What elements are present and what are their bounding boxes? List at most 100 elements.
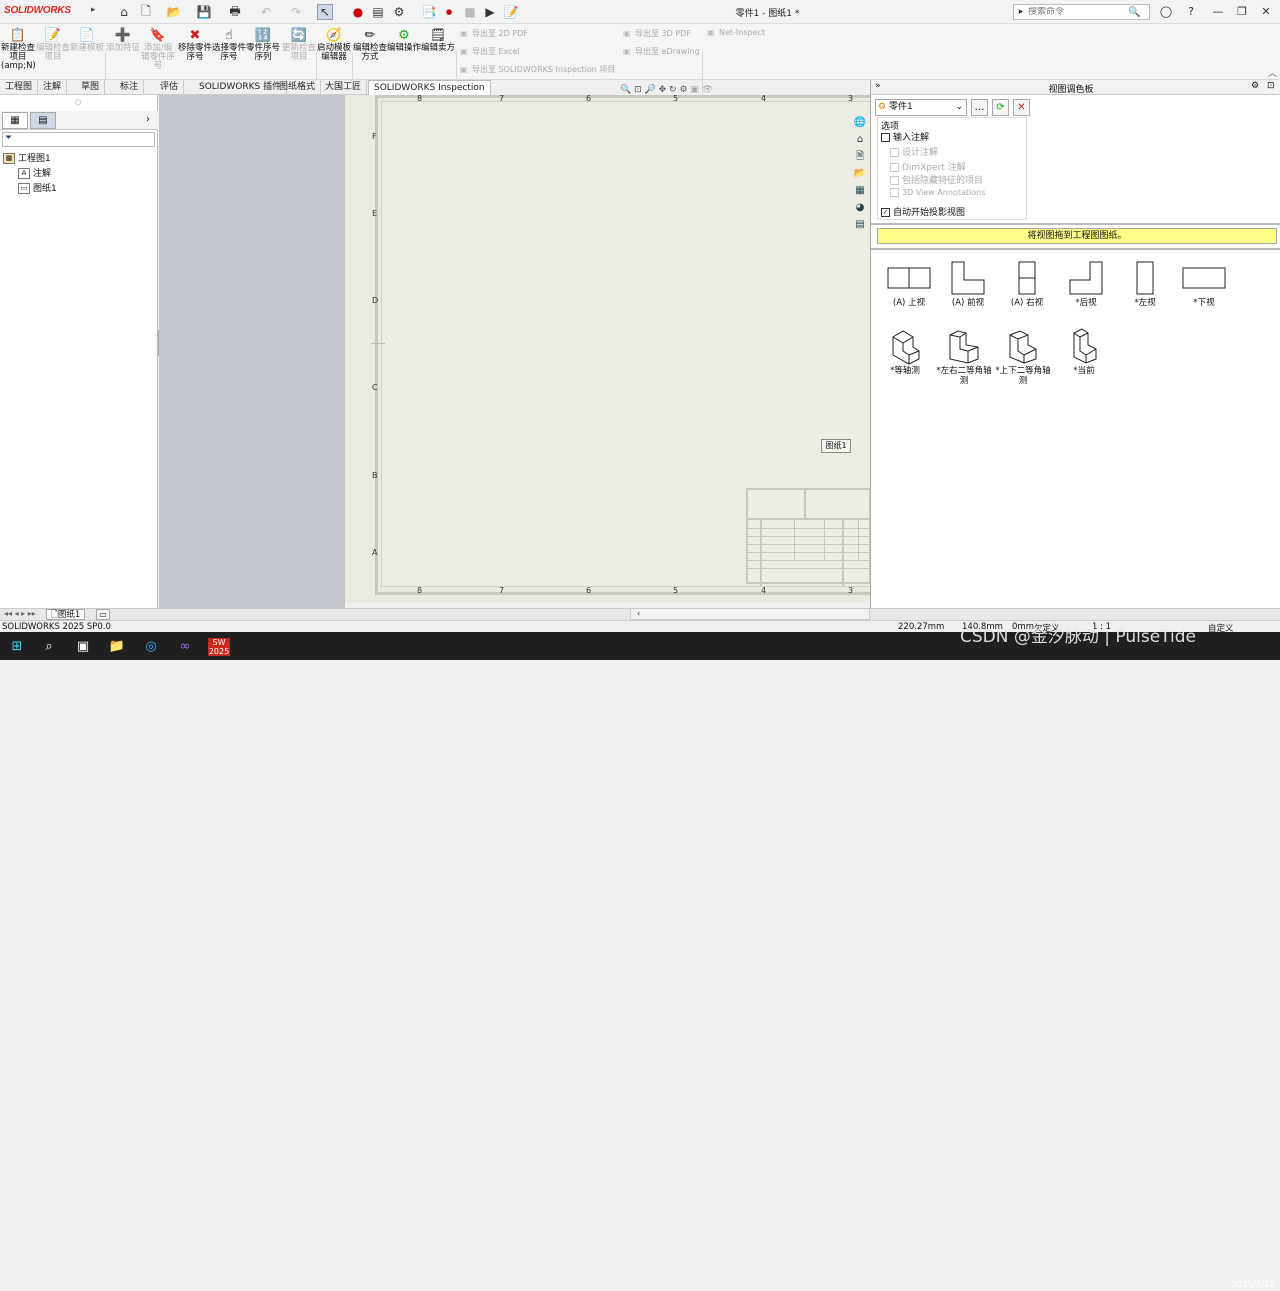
- export-3d-pdf-button[interactable]: ▣ 导出至 3D PDF: [623, 28, 691, 42]
- title-block[interactable]: [746, 488, 870, 586]
- help-icon[interactable]: ?: [1183, 4, 1199, 20]
- add-feature-button[interactable]: ➕ 添加特征: [106, 28, 140, 78]
- traffic-light-icon[interactable]: ●: [350, 4, 366, 20]
- undo-icon[interactable]: ↶: [258, 4, 274, 20]
- double-chevron-icon[interactable]: »: [875, 81, 881, 91]
- export-inspection-project-button[interactable]: ▣ 导出至 SOLIDWORKS Inspection 项目: [460, 64, 615, 78]
- feature-tree-tab-icon[interactable]: ▦: [2, 112, 28, 129]
- auto-start-projected-view-checkbox[interactable]: ✓ 自动开始投影视图: [881, 205, 965, 218]
- property-manager-tab-icon[interactable]: ▤: [30, 112, 56, 129]
- sheet-nav-arrows[interactable]: ◂◂ ◂ ▸ ▸▸: [4, 609, 36, 618]
- record-macro-icon[interactable]: ⏺: [441, 4, 457, 20]
- restore-icon[interactable]: ❐: [1234, 4, 1250, 20]
- pan-icon[interactable]: ✥: [659, 85, 667, 95]
- panel-grip[interactable]: ○: [75, 98, 81, 106]
- redo-icon[interactable]: ↷: [288, 4, 304, 20]
- add-sheet-icon[interactable]: ▭: [96, 609, 110, 620]
- palette-view-top[interactable]: (A) 上视: [881, 258, 937, 308]
- previous-view-icon[interactable]: 🔎: [645, 85, 656, 95]
- save-icon[interactable]: 💾: [196, 4, 212, 20]
- refresh-icon[interactable]: ⟳: [992, 99, 1009, 116]
- new-file-icon[interactable]: 🗋: [138, 4, 154, 20]
- tab-craftsman[interactable]: 大国工匠: [320, 80, 368, 95]
- palette-view-dimetric-lr[interactable]: *左右二等角轴测: [936, 326, 992, 386]
- edit-inspection-project-button[interactable]: 📝 编辑检查项目: [36, 28, 70, 78]
- include-hidden-features-checkbox[interactable]: 包括隐藏特征的项目: [890, 173, 983, 186]
- new-inspection-project-button[interactable]: 📋 新建检查项目 (amp;N): [1, 28, 36, 78]
- palette-view-back[interactable]: *后视: [1058, 258, 1114, 308]
- tab-drawing[interactable]: 工程图: [0, 80, 39, 95]
- edit-inspection-method-button[interactable]: ✏ 编辑检查方式: [353, 28, 387, 78]
- palette-view-right[interactable]: (A) 右视: [999, 258, 1055, 308]
- search-icon[interactable]: ⌕: [40, 638, 58, 656]
- gear-icon[interactable]: ⚙: [1251, 81, 1259, 91]
- tab-sketch[interactable]: 草图: [76, 80, 106, 95]
- open-file-icon[interactable]: 📂: [166, 4, 182, 20]
- palette-view-current[interactable]: *当前: [1056, 326, 1112, 376]
- tab-evaluate[interactable]: 评估: [155, 80, 185, 95]
- search-input[interactable]: [1028, 7, 1128, 17]
- new-template-button[interactable]: 📄 新建模板: [70, 28, 104, 78]
- rotate-icon[interactable]: ↻: [669, 85, 677, 95]
- tab-inspection[interactable]: SOLIDWORKS Inspection: [368, 80, 491, 95]
- edge-browser-icon[interactable]: ◎: [142, 638, 160, 656]
- display-style-icon[interactable]: ▣: [690, 85, 699, 95]
- design-annotations-checkbox[interactable]: 设计注解: [890, 145, 938, 158]
- close-icon[interactable]: ✕: [1258, 4, 1274, 20]
- tree-item-annotations[interactable]: A 注解: [18, 166, 51, 179]
- print-icon[interactable]: 🖶: [227, 4, 243, 20]
- zoom-to-fit-icon[interactable]: 🔍: [620, 85, 631, 95]
- tab-annotation[interactable]: 注解: [38, 80, 68, 95]
- select-arrow-icon[interactable]: ↖: [317, 4, 333, 20]
- palette-view-dimetric-tb[interactable]: *上下二等角轴测: [995, 326, 1051, 386]
- edit-macro-icon[interactable]: 📝: [503, 4, 519, 20]
- add-edit-balloon-button[interactable]: 🔖 添加/编辑零件序号: [141, 28, 175, 78]
- user-icon[interactable]: ◯: [1158, 4, 1174, 20]
- macro-icon[interactable]: 📑: [421, 4, 437, 20]
- tree-filter[interactable]: ⏷: [2, 132, 155, 147]
- browse-button[interactable]: …: [971, 99, 988, 116]
- appearances-icon[interactable]: ◕: [852, 200, 868, 215]
- home-icon[interactable]: ⌂: [116, 4, 132, 20]
- hide-show-icon[interactable]: 👁: [702, 85, 713, 95]
- custom-properties-icon[interactable]: ▤: [852, 217, 868, 232]
- solidworks-resources-icon[interactable]: 🌐: [852, 115, 868, 130]
- visual-studio-icon[interactable]: ∞: [176, 638, 194, 656]
- minimize-icon[interactable]: —: [1210, 4, 1226, 20]
- search-icon[interactable]: 🔍: [1128, 7, 1140, 18]
- search-box[interactable]: ▸ 🔍: [1013, 4, 1150, 20]
- tab-dimension[interactable]: 标注: [115, 80, 145, 95]
- palette-view-left[interactable]: *左视: [1117, 258, 1173, 308]
- export-2d-pdf-button[interactable]: ▣ 导出至 2D PDF: [460, 28, 528, 42]
- chevron-right-icon[interactable]: ›: [146, 114, 150, 125]
- task-view-icon[interactable]: ▣: [74, 638, 92, 656]
- collapse-ribbon-icon[interactable]: ︿: [1268, 66, 1277, 79]
- options-gear-icon[interactable]: ⚙: [391, 4, 407, 20]
- stop-macro-icon[interactable]: ■: [462, 4, 478, 20]
- tree-item-sheet[interactable]: ▭ 图纸1: [18, 181, 57, 194]
- import-annotations-checkbox[interactable]: 输入注解: [881, 130, 929, 143]
- palette-view-front[interactable]: (A) 前视: [940, 258, 996, 308]
- sheet-name-label[interactable]: 图纸1: [821, 439, 851, 453]
- view-settings-icon[interactable]: ⚙: [679, 85, 687, 95]
- solidworks-taskbar-icon[interactable]: SW 2025: [208, 638, 230, 656]
- file-properties-icon[interactable]: ▤: [370, 4, 386, 20]
- dimxpert-annotations-checkbox[interactable]: DimXpert 注解: [890, 160, 966, 173]
- file-explorer-icon[interactable]: 🗎: [852, 149, 868, 164]
- remove-balloon-button[interactable]: ✖ 移除零件序号: [178, 28, 212, 78]
- run-macro-icon[interactable]: ▶: [482, 4, 498, 20]
- pin-icon[interactable]: ⊡: [1267, 81, 1275, 91]
- file-explorer-icon[interactable]: 📁: [108, 638, 126, 656]
- menu-expand-arrow[interactable]: ▸: [91, 5, 96, 15]
- drawing-sheet[interactable]: 8 7 6 5 4 3 8 7 6 5 4 3 F E D C B A 图纸1: [345, 95, 870, 603]
- view-palette-icon[interactable]: ▦: [852, 183, 868, 198]
- horizontal-scrollbar[interactable]: ‹: [630, 608, 870, 620]
- design-library-icon[interactable]: ⌂: [852, 132, 868, 147]
- sheet-tab[interactable]: 🗋图纸1: [46, 609, 86, 620]
- edit-operation-button[interactable]: ⚙ 编辑操作: [387, 28, 421, 78]
- tree-item-drawing[interactable]: ▦ 工程图1: [3, 151, 51, 164]
- folder-icon[interactable]: 📂: [852, 166, 868, 181]
- edit-vendor-button[interactable]: 🗒 编辑卖方: [421, 28, 455, 78]
- update-inspection-project-button[interactable]: 🔄 更新检查项目: [282, 28, 316, 78]
- 3d-view-annotations-checkbox[interactable]: 3D View Annotations: [890, 188, 985, 197]
